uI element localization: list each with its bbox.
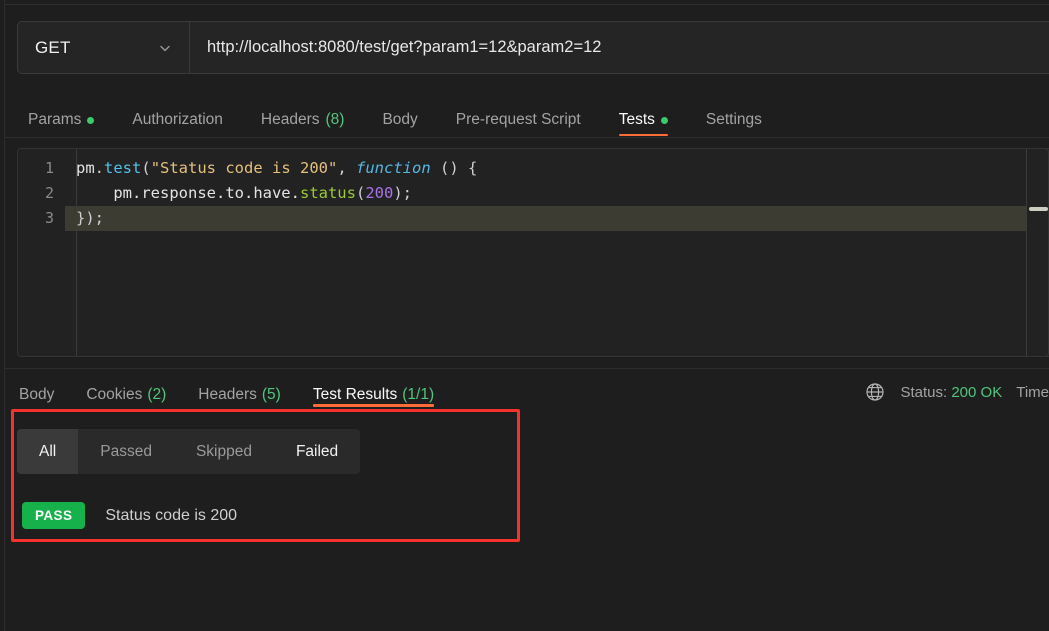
tab-params[interactable]: Params	[28, 92, 95, 136]
unsaved-dot-icon	[87, 116, 95, 124]
tab-headers[interactable]: Headers (8)	[261, 92, 345, 136]
request-url-bar: GET http://localhost:8080/test/get?param…	[17, 21, 1049, 74]
token-line1-tail: () {	[430, 159, 478, 177]
tab-body-label: Body	[382, 111, 418, 128]
editor-code-area[interactable]: pm.test("Status code is 200", function (…	[65, 149, 1049, 356]
unsaved-dot-icon	[660, 116, 668, 124]
tab-settings[interactable]: Settings	[706, 92, 762, 136]
response-tab-headers-count: (5)	[261, 385, 281, 403]
token-chain: .response.to.have.	[132, 184, 300, 202]
chevron-down-icon	[158, 41, 172, 55]
line-number: 3	[44, 209, 54, 227]
status-badge[interactable]: Status: 200 OK	[900, 384, 1002, 401]
tab-settings-label: Settings	[705, 111, 762, 128]
response-tab-cookies-label: Cookies	[86, 385, 143, 403]
tab-tests[interactable]: Tests	[618, 92, 668, 136]
token-comma: ,	[337, 159, 356, 177]
token-function-keyword: function	[356, 159, 431, 177]
token-test: test	[104, 159, 142, 177]
tests-code-editor[interactable]: 1 2 3 pm.test("Status code is 200", func…	[17, 148, 1049, 357]
filter-all-label: All	[39, 442, 57, 460]
response-status-meta: Status: 200 OK Time	[864, 381, 1049, 403]
code-line-1: pm.test("Status code is 200", function (…	[65, 156, 1049, 181]
response-tab-body-label: Body	[19, 385, 55, 403]
tab-pre-request-script[interactable]: Pre-request Script	[456, 92, 581, 136]
filter-skipped[interactable]: Skipped	[174, 429, 274, 474]
tab-body[interactable]: Body	[382, 92, 417, 136]
active-tab-underline	[618, 134, 668, 136]
code-line-2: pm.response.to.have.status(200);	[65, 181, 1049, 206]
time-label[interactable]: Time	[1016, 384, 1049, 401]
filter-failed-label: Failed	[295, 442, 339, 460]
token-paren-close: );	[393, 184, 412, 202]
filter-skipped-label: Skipped	[195, 442, 252, 460]
token-dot: .	[94, 159, 105, 177]
filter-failed[interactable]: Failed	[274, 429, 360, 474]
scrollbar-thumb[interactable]	[1029, 207, 1048, 211]
response-tab-headers-label: Headers	[198, 385, 257, 403]
request-tabs: Params Authorization Headers (8) Body Pr…	[5, 92, 1049, 138]
token-pm: pm	[76, 159, 95, 177]
token-line3: });	[76, 209, 104, 227]
url-input[interactable]: http://localhost:8080/test/get?param1=12…	[190, 22, 1049, 73]
status-value: 200 OK	[951, 383, 1003, 401]
response-tab-cookies[interactable]: Cookies (2)	[86, 369, 166, 409]
response-tab-test-results[interactable]: Test Results (1/1)	[312, 369, 435, 409]
editor-vertical-scrollbar[interactable]	[1026, 148, 1049, 357]
token-paren-open: (	[355, 184, 366, 202]
active-tab-underline	[312, 404, 435, 407]
http-method-selector[interactable]: GET	[18, 22, 190, 73]
response-tab-body[interactable]: Body	[19, 369, 54, 409]
response-tab-test-results-label: Test Results	[312, 385, 398, 403]
tab-authorization-label: Authorization	[132, 111, 223, 128]
response-tab-cookies-count: (2)	[147, 385, 167, 403]
code-line-3: });	[65, 206, 1049, 231]
status-label: Status:	[900, 383, 948, 401]
token-number: 200	[365, 184, 394, 202]
response-tab-headers[interactable]: Headers (5)	[198, 369, 281, 409]
filter-passed[interactable]: Passed	[78, 429, 174, 474]
token-pm: pm	[113, 184, 132, 202]
filter-all[interactable]: All	[17, 429, 79, 474]
top-divider	[5, 4, 1049, 5]
line-number: 1	[44, 159, 54, 177]
response-tab-test-results-count: (1/1)	[402, 385, 435, 403]
editor-line-numbers: 1 2 3	[18, 149, 65, 356]
test-result-filters: All Passed Skipped Failed	[17, 429, 361, 474]
token-paren-open: (	[141, 159, 151, 177]
http-method-label: GET	[35, 37, 71, 57]
tab-authorization[interactable]: Authorization	[132, 92, 222, 136]
status-badge: PASS	[22, 502, 86, 529]
url-text: http://localhost:8080/test/get?param1=12…	[207, 38, 602, 56]
test-result-name: Status code is 200	[105, 506, 238, 524]
globe-icon[interactable]	[864, 381, 886, 403]
tab-pre-request-script-label: Pre-request Script	[455, 111, 581, 128]
tab-tests-label: Tests	[618, 111, 655, 128]
tab-headers-count: (8)	[325, 111, 345, 128]
tab-params-label: Params	[28, 111, 82, 128]
test-result-row: PASS Status code is 200	[22, 502, 237, 529]
filter-passed-label: Passed	[100, 442, 152, 460]
token-string: "Status code is 200"	[150, 159, 338, 177]
token-status: status	[299, 184, 356, 202]
line-number: 2	[44, 184, 54, 202]
tab-headers-label: Headers	[260, 111, 320, 128]
